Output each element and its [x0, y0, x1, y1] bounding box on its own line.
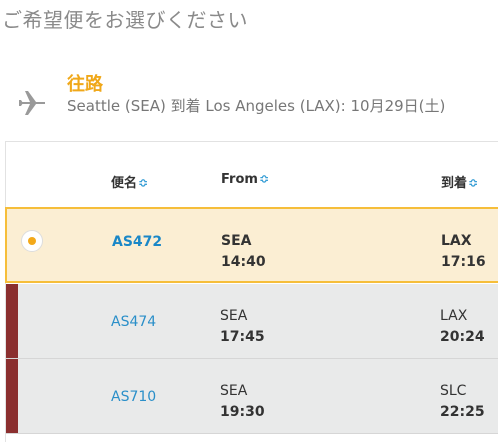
arrival-cell: SLC 22:25 [440, 383, 485, 420]
selected-radio[interactable] [21, 230, 43, 252]
arrival-cell: LAX 20:24 [440, 308, 485, 345]
flight-row: AS710 SEA 19:30 SLC 22:25 [6, 359, 498, 434]
departure-cell: SEA 19:30 [220, 383, 265, 420]
airplane-icon [19, 91, 45, 115]
sort-by-from-header[interactable]: From≎ [221, 172, 269, 187]
departure-cell: SEA 14:40 [221, 233, 266, 270]
route-summary: Seattle (SEA) 到着 Los Angeles (LAX): 10月2… [67, 97, 446, 115]
outbound-label: 往路 [67, 74, 103, 95]
flight-row: AS474 SEA 17:45 LAX 20:24 [6, 284, 498, 359]
sort-by-flight-header[interactable]: 便名≎ [111, 172, 148, 191]
page-title: ご希望便をお選びください [2, 8, 248, 32]
flight-row-selected[interactable]: AS472 SEA 14:40 LAX 17:16 [5, 207, 498, 283]
unavailable-indicator [6, 284, 18, 358]
sort-icon: ≎ [258, 172, 269, 186]
departure-cell: SEA 17:45 [220, 308, 265, 345]
flight-number-link[interactable]: AS472 [112, 234, 162, 250]
table-header: 便名≎ From≎ 到着≎ [6, 142, 498, 207]
flight-table: 便名≎ From≎ 到着≎ AS472 SEA 14:40 LAX 17:16 AS… [5, 141, 498, 442]
arrival-cell: LAX 17:16 [441, 233, 486, 270]
sort-icon: ≎ [138, 176, 149, 190]
unavailable-indicator [6, 359, 18, 433]
sort-icon: ≎ [468, 176, 479, 190]
sort-by-arrival-header[interactable]: 到着≎ [441, 172, 478, 191]
flight-number-link[interactable]: AS710 [111, 389, 156, 405]
flight-number-link[interactable]: AS474 [111, 314, 156, 330]
radio-dot-icon [28, 237, 36, 245]
